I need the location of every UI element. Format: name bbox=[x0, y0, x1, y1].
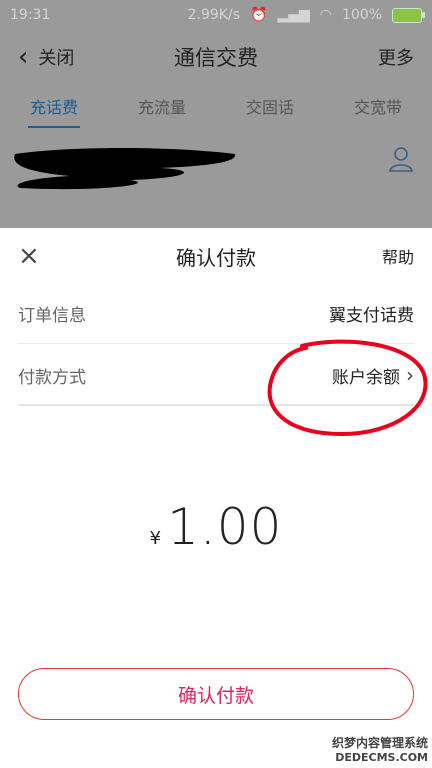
status-time: 19:31 bbox=[10, 7, 51, 23]
watermark-line2: DEDECMS.COM bbox=[335, 751, 428, 764]
watermark: 织梦内容管理系统 DEDECMS.COM bbox=[332, 734, 428, 764]
tab-bar: 充话费 充流量 交固话 交宽带 bbox=[0, 86, 432, 128]
chevron-left-icon: ‹ bbox=[18, 42, 29, 72]
signal-icon: ▂▄▆ bbox=[277, 7, 310, 23]
sheet-title: 确认付款 bbox=[176, 245, 256, 270]
order-info-row: 订单信息 翼支付话费 bbox=[18, 284, 414, 344]
more-button[interactable]: 更多 bbox=[378, 44, 414, 70]
amount-value: 1.00 bbox=[167, 498, 283, 556]
close-icon[interactable]: × bbox=[18, 243, 40, 269]
tab-phone-recharge[interactable]: 充话费 bbox=[27, 88, 81, 128]
currency-symbol: ¥ bbox=[149, 528, 162, 549]
watermark-line1: 织梦内容管理系统 bbox=[331, 736, 428, 750]
amount-display: ¥ 1.00 bbox=[0, 498, 432, 556]
battery-icon bbox=[392, 7, 425, 23]
alarm-icon: ⏰ bbox=[250, 7, 268, 23]
redacted-phone-number bbox=[14, 148, 236, 190]
sheet-header: × 确认付款 帮助 bbox=[0, 228, 432, 284]
order-info-label: 订单信息 bbox=[18, 306, 86, 326]
tab-landline[interactable]: 交固话 bbox=[246, 88, 294, 124]
payment-method-label: 付款方式 bbox=[18, 367, 86, 388]
network-speed: 2.99K/s bbox=[187, 7, 240, 23]
payment-sheet: × 确认付款 帮助 订单信息 翼支付话费 付款方式 账户余额 › ¥ 1.00 … bbox=[0, 228, 432, 768]
status-bar: 19:31 2.99K/s ⏰ ▂▄▆ ◠ 100% bbox=[0, 0, 432, 30]
help-link[interactable]: 帮助 bbox=[382, 244, 414, 268]
tab-data-recharge[interactable]: 充流量 bbox=[138, 88, 186, 124]
battery-percent: 100% bbox=[341, 7, 382, 23]
status-indicators: 2.99K/s ⏰ ▂▄▆ ◠ 100% bbox=[187, 7, 425, 23]
person-icon[interactable] bbox=[388, 146, 414, 172]
top-nav: ‹ 关闭 通信交费 更多 bbox=[0, 32, 432, 82]
red-circle-annotation bbox=[267, 339, 428, 437]
tab-broadband[interactable]: 交宽带 bbox=[354, 88, 402, 124]
back-button[interactable]: ‹ 关闭 bbox=[18, 44, 74, 70]
wifi-icon: ◠ bbox=[319, 7, 332, 23]
order-info-value: 翼支付话费 bbox=[329, 306, 414, 326]
back-label: 关闭 bbox=[38, 48, 75, 69]
confirm-payment-button[interactable]: 确认付款 bbox=[18, 668, 414, 720]
